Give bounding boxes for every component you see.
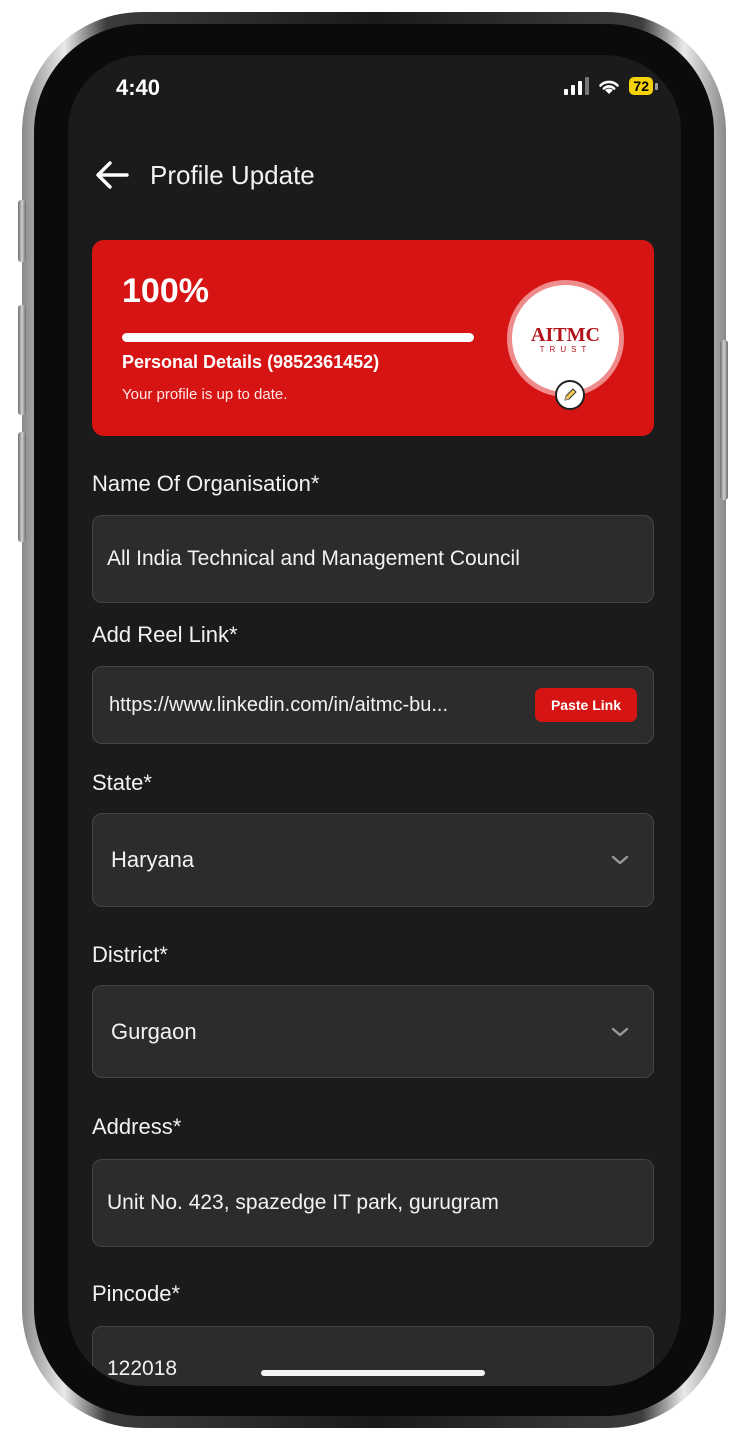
organisation-label: Name Of Organisation* — [92, 471, 320, 496]
profile-progress-fill — [122, 333, 474, 342]
header: Profile Update — [92, 155, 315, 195]
paste-link-button[interactable]: Paste Link — [534, 688, 637, 722]
phone-volume-up — [18, 305, 26, 415]
address-value: Unit No. 423, spazedge IT park, gurugram — [107, 1191, 499, 1214]
address-label: Address* — [92, 1114, 182, 1139]
status-time: 4:40 — [116, 75, 161, 100]
profile-status-note: Your profile is up to date. — [122, 386, 288, 403]
state-select[interactable]: Haryana — [92, 813, 654, 907]
pincode-input[interactable]: 122018 — [92, 1326, 654, 1386]
profile-completion-percent: 100% — [122, 272, 209, 310]
status-icons: 72 — [564, 77, 658, 95]
state-value: Haryana — [111, 847, 195, 872]
phone-power-button — [720, 340, 728, 500]
district-label: District* — [92, 942, 168, 967]
profile-progress-bar — [122, 333, 474, 342]
edit-avatar-button[interactable] — [555, 380, 585, 410]
chevron-down-icon — [611, 1027, 629, 1036]
cellular-signal-icon — [564, 77, 590, 95]
reel-link-input[interactable]: https://www.linkedin.com/in/aitmc-bu... … — [92, 666, 654, 744]
home-indicator[interactable] — [261, 1370, 485, 1376]
back-button[interactable] — [92, 155, 132, 195]
profile-completion-card: 100% Personal Details (9852361452) Your … — [92, 240, 654, 436]
address-input[interactable]: Unit No. 423, spazedge IT park, gurugram — [92, 1159, 654, 1247]
battery-icon: 72 — [629, 77, 658, 95]
district-value: Gurgaon — [111, 1018, 197, 1044]
logo-text: AITMC — [531, 323, 600, 346]
organisation-value: All India Technical and Management Counc… — [107, 547, 520, 570]
pincode-label: Pincode* — [92, 1281, 181, 1306]
reel-link-value: https://www.linkedin.com/in/aitmc-bu... — [109, 693, 449, 716]
aitmc-logo: AITMC TRUST — [531, 324, 600, 354]
app-screen: 4:40 72 Profile Update 100% Personal Det… — [68, 55, 681, 1386]
pencil-icon — [564, 388, 577, 401]
personal-details-title: Personal Details (9852361452) — [122, 352, 380, 372]
district-select[interactable]: Gurgaon — [92, 985, 654, 1078]
pincode-value: 122018 — [107, 1357, 178, 1380]
organisation-input[interactable]: All India Technical and Management Counc… — [92, 515, 654, 603]
page-title: Profile Update — [150, 159, 315, 190]
phone-silent-switch — [18, 200, 26, 262]
phone-volume-down — [18, 432, 26, 542]
reel-link-label: Add Reel Link* — [92, 622, 238, 647]
state-label: State* — [92, 770, 152, 795]
chevron-down-icon — [611, 855, 629, 865]
wifi-icon — [599, 80, 620, 94]
arrow-left-icon — [96, 161, 129, 189]
logo-subtext: TRUST — [539, 344, 592, 354]
